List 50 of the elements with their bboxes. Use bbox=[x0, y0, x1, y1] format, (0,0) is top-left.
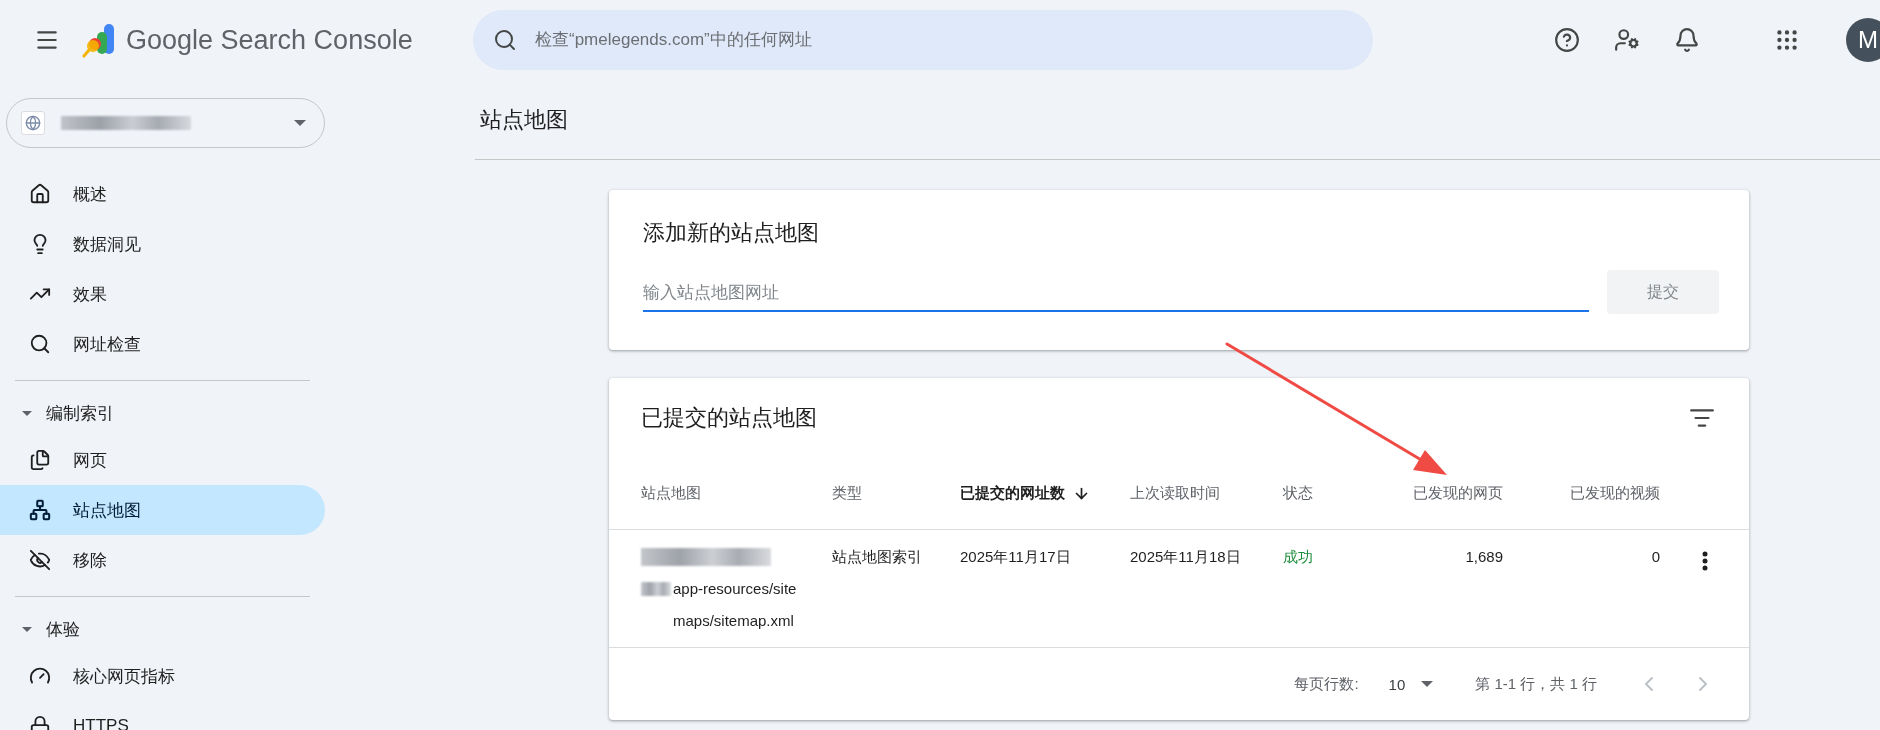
caret-icon bbox=[294, 120, 306, 126]
sidebar-item[interactable]: 数据洞见 bbox=[0, 219, 325, 269]
sidebar-item[interactable]: 概述 bbox=[0, 169, 325, 219]
help-icon bbox=[1554, 27, 1580, 53]
sidebar-item[interactable]: 网址检查 bbox=[0, 319, 325, 369]
globe-icon bbox=[21, 111, 45, 135]
card-title: 添加新的站点地图 bbox=[643, 219, 820, 247]
table-cell-text: 0 bbox=[1650, 547, 1660, 567]
column-header[interactable]: 类型 bbox=[832, 484, 960, 503]
user-gear-icon bbox=[1614, 27, 1640, 53]
search-icon bbox=[29, 333, 51, 355]
caret-icon bbox=[22, 626, 32, 632]
table-cell-text: 2025年11月18日 bbox=[1130, 547, 1242, 567]
page-title: 站点地图 bbox=[480, 105, 568, 134]
sidebar-item[interactable]: 效果 bbox=[0, 269, 325, 319]
column-header[interactable]: 站点地图 bbox=[641, 484, 832, 503]
table-cell-text: 站点地图索引 bbox=[832, 547, 923, 567]
section-header[interactable]: 体验 bbox=[0, 607, 325, 651]
blurred-block bbox=[641, 582, 671, 596]
caret-icon bbox=[22, 410, 32, 416]
section-header[interactable]: 编制索引 bbox=[0, 391, 325, 435]
sidebar-item[interactable]: 站点地图 bbox=[0, 485, 325, 535]
rows-per-page-select[interactable]: 10 bbox=[1388, 675, 1434, 693]
column-header[interactable]: 已提交的网址数 bbox=[960, 484, 1130, 503]
rows-per-page-label: 每页行数: bbox=[1294, 674, 1359, 694]
column-header[interactable]: 状态 bbox=[1283, 484, 1373, 503]
bell-icon bbox=[1674, 27, 1700, 53]
apps-grid-icon bbox=[1774, 27, 1800, 53]
search-field[interactable]: 检查“pmelegends.com”中的任何网址 bbox=[473, 10, 1373, 70]
pages-icon bbox=[29, 449, 51, 471]
page-range: 第 1-1 行，共 1 行 bbox=[1475, 674, 1597, 694]
column-header[interactable]: 已发现的视频 bbox=[1503, 484, 1660, 503]
eye-off-icon bbox=[29, 549, 51, 571]
search-icon bbox=[493, 28, 517, 52]
sidebar-item[interactable]: 移除 bbox=[0, 535, 325, 585]
search-input[interactable]: 检查“pmelegends.com”中的任何网址 bbox=[533, 29, 1373, 51]
table-cell-text: 1,689 bbox=[1464, 547, 1503, 567]
product-name: Google Search Console bbox=[126, 24, 413, 56]
avatar[interactable]: M bbox=[1846, 18, 1880, 62]
sidebar-item[interactable]: 网页 bbox=[0, 435, 325, 485]
home-icon bbox=[29, 183, 51, 205]
sidebar-item[interactable]: 核心网页指标 bbox=[0, 651, 325, 701]
sitemap-icon bbox=[29, 499, 51, 521]
status-text: 成功 bbox=[1283, 547, 1314, 567]
card-title: 已提交的站点地图 bbox=[641, 404, 817, 432]
column-header[interactable]: 已发现的网页 bbox=[1373, 484, 1503, 503]
table-cell-text: 2025年11月17日 bbox=[960, 547, 1072, 567]
column-header[interactable]: 上次读取时间 bbox=[1130, 484, 1283, 503]
more-vertical-icon bbox=[1701, 551, 1708, 571]
sitemap-url: app-resources/sitemaps/sitemap.xml bbox=[673, 579, 798, 631]
